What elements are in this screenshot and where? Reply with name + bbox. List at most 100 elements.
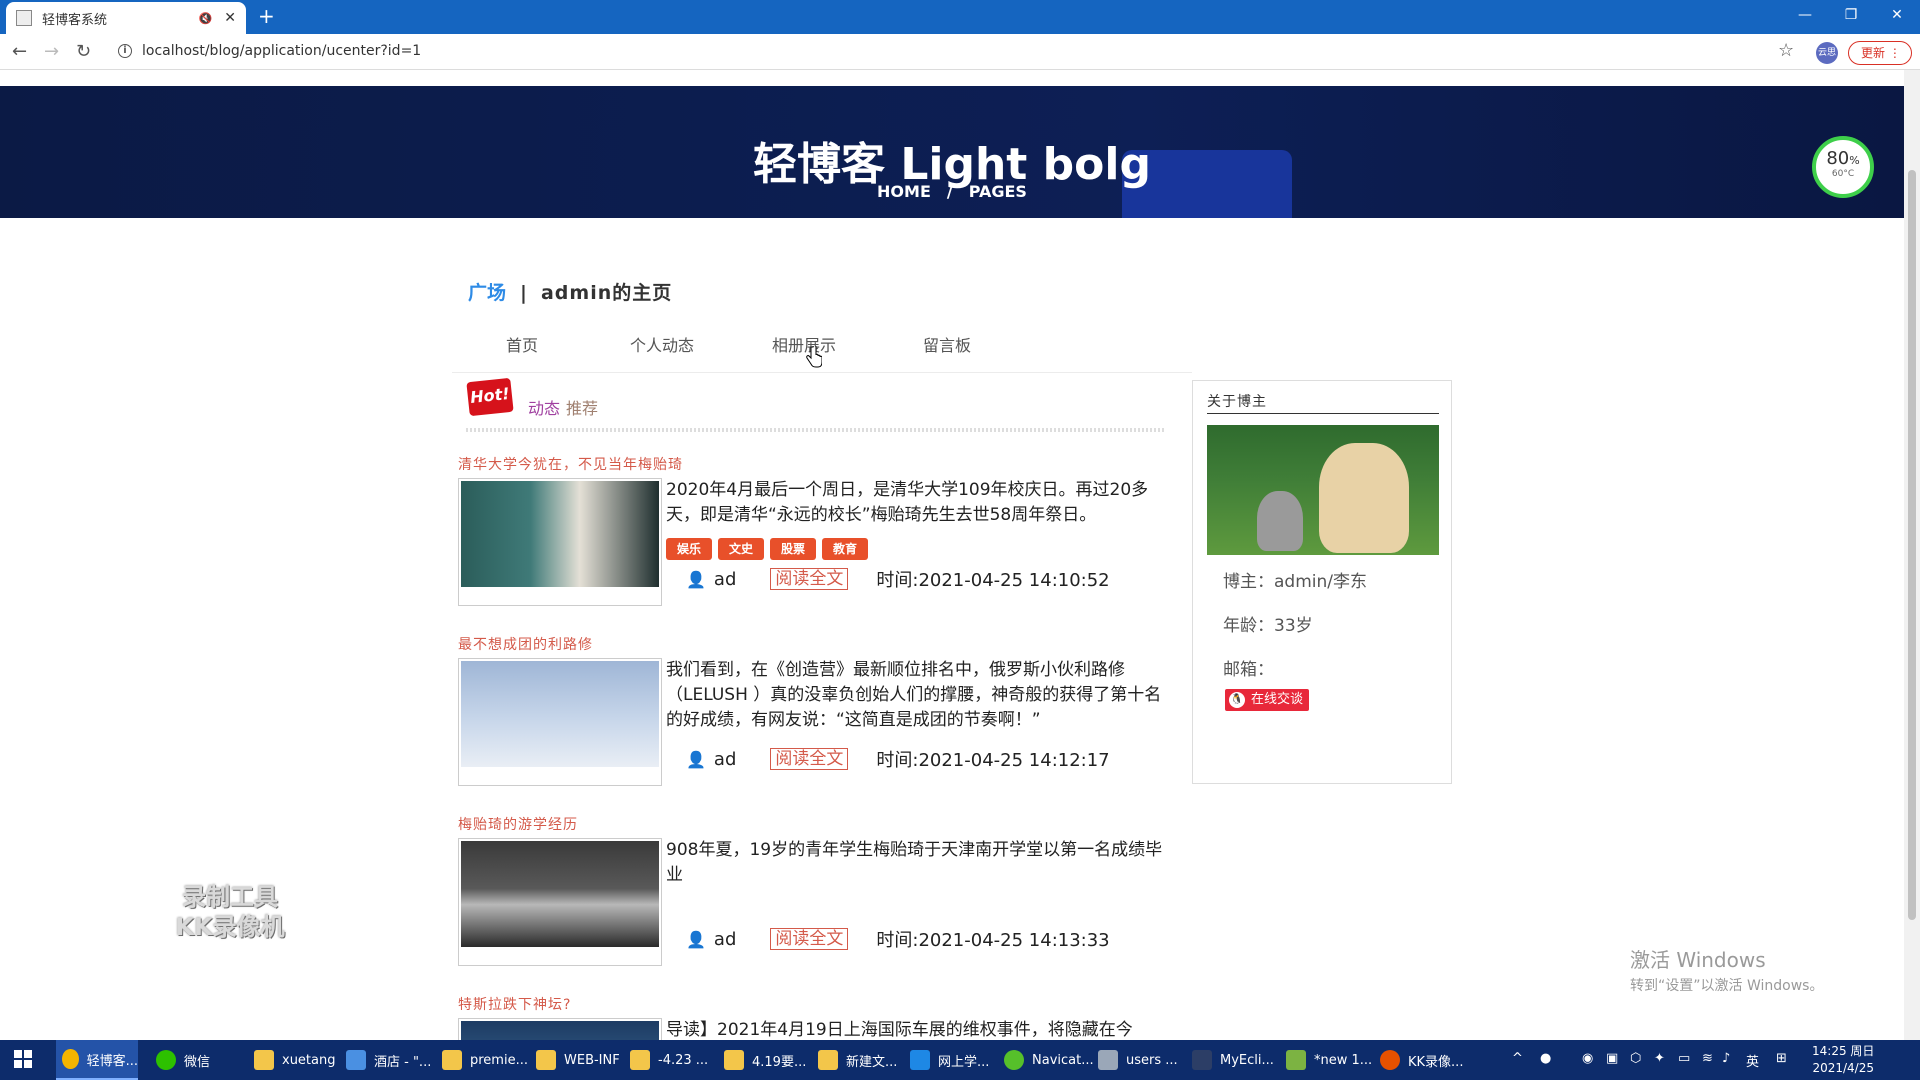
close-tab-icon[interactable]: ✕ bbox=[224, 10, 236, 26]
square-link[interactable]: 广场 bbox=[468, 282, 506, 304]
tray-app-icon[interactable]: ● bbox=[1540, 1051, 1551, 1066]
about-panel: 关于博主 博主：admin/李东 年龄：33岁 邮箱： 🐧 在线交谈 bbox=[1192, 380, 1452, 784]
chrome-icon bbox=[62, 1049, 79, 1069]
post-excerpt: 导读】2021年4月19日上海国际车展的维权事件，将隐藏在今 bbox=[666, 1020, 1133, 1040]
tray-volume-icon[interactable]: ♪ bbox=[1722, 1051, 1730, 1066]
table-icon bbox=[1098, 1050, 1118, 1070]
tray-network-share-icon[interactable]: ⬡ bbox=[1630, 1051, 1641, 1066]
forward-button[interactable]: → bbox=[44, 41, 59, 62]
browser-tabbar: 轻博客系统 🔇 ✕ + — ❐ ✕ bbox=[0, 0, 1920, 34]
taskbar-wechat[interactable]: 微信 bbox=[150, 1040, 210, 1080]
tray-security-icon[interactable]: ◉ bbox=[1582, 1051, 1593, 1066]
taskbar-label: 轻博客... bbox=[86, 1053, 138, 1069]
windows-start-icon[interactable] bbox=[14, 1050, 32, 1068]
nav-divider bbox=[452, 372, 1192, 373]
minimize-button[interactable]: — bbox=[1782, 0, 1828, 30]
bookmark-star-icon[interactable]: ☆ bbox=[1778, 40, 1794, 61]
post-title[interactable]: 清华大学今犹在，不见当年梅贻琦 bbox=[458, 454, 683, 474]
blogger-age: 年龄：33岁 bbox=[1223, 616, 1313, 636]
post-author: ad bbox=[713, 748, 737, 770]
taskbar-folder[interactable]: 4.19要... bbox=[718, 1040, 806, 1080]
performance-monitor-widget[interactable]: 80% 60°C bbox=[1812, 136, 1874, 198]
post-item: 清华大学今犹在，不见当年梅贻琦 2020年4月最后一个周日，是清华大学109年校… bbox=[456, 454, 1168, 624]
taskbar-navicat[interactable]: Navicat... bbox=[998, 1040, 1094, 1080]
nav-album[interactable]: 相册展示 bbox=[772, 332, 836, 356]
tag-badge[interactable]: 娱乐 bbox=[666, 538, 712, 560]
taskbar-label: xuetang bbox=[282, 1052, 336, 1068]
back-button[interactable]: ← bbox=[12, 41, 27, 62]
post-time: 时间:2021-04-25 14:12:17 bbox=[876, 750, 1110, 771]
post-item: 最不想成团的利路修 我们看到，在《创造营》最新顺位排名中，俄罗斯小伙利路修（LE… bbox=[456, 634, 1168, 804]
post-thumbnail[interactable] bbox=[458, 478, 662, 606]
taskbar-label: premie... bbox=[470, 1052, 528, 1068]
tray-keyboard-icon[interactable]: ⊞ bbox=[1776, 1051, 1787, 1066]
watermark-line-1: 录制工具 bbox=[182, 883, 278, 911]
read-more-link[interactable]: 阅读全文 bbox=[770, 748, 849, 770]
activate-subtitle: 转到“设置”以激活 Windows。 bbox=[1630, 978, 1824, 994]
tray-chevron-icon[interactable]: ^ bbox=[1512, 1051, 1523, 1066]
chat-label: 在线交谈 bbox=[1251, 692, 1304, 707]
taskbar-notepad[interactable]: *new 1... bbox=[1280, 1040, 1372, 1080]
taskbar-folder[interactable]: -4.23 ... bbox=[624, 1040, 708, 1080]
post-thumbnail[interactable] bbox=[458, 838, 662, 966]
reload-button[interactable]: ↻ bbox=[76, 41, 91, 62]
tray-battery-icon[interactable]: ▭ bbox=[1678, 1051, 1690, 1066]
page-scrollbar[interactable] bbox=[1904, 70, 1920, 1040]
crumb-pages-link[interactable]: PAGES bbox=[969, 182, 1027, 201]
mute-icon[interactable]: 🔇 bbox=[199, 12, 213, 25]
taskbar-doc[interactable]: 酒店 - "... bbox=[340, 1040, 431, 1080]
taskbar-kk-recorder[interactable]: KK录像... bbox=[1374, 1040, 1463, 1080]
tag-badge[interactable]: 文史 bbox=[718, 538, 764, 560]
online-chat-button[interactable]: 🐧 在线交谈 bbox=[1225, 689, 1310, 711]
update-button[interactable]: 更新 ⋮ bbox=[1848, 41, 1912, 65]
taskbar-table[interactable]: users ... bbox=[1092, 1040, 1178, 1080]
post-title[interactable]: 最不想成团的利路修 bbox=[458, 634, 593, 654]
url-field[interactable]: localhost/blog/application/ucenter?id=1 bbox=[142, 43, 421, 59]
post-thumbnail[interactable] bbox=[458, 658, 662, 786]
taskbar-browser[interactable]: 网上学... bbox=[904, 1040, 989, 1080]
taskbar-folder[interactable]: premie... bbox=[436, 1040, 528, 1080]
puppy-shape bbox=[1319, 443, 1409, 553]
taskbar-folder[interactable]: 新建文... bbox=[812, 1040, 897, 1080]
tag-badge[interactable]: 教育 bbox=[822, 538, 868, 560]
restore-button[interactable]: ❐ bbox=[1828, 0, 1874, 30]
browser-tab[interactable]: 轻博客系统 🔇 ✕ bbox=[6, 2, 246, 34]
tray-wifi-icon[interactable]: ≋ bbox=[1702, 1051, 1713, 1066]
taskbar-folder[interactable]: WEB-INF bbox=[530, 1040, 620, 1080]
read-more-link[interactable]: 阅读全文 bbox=[770, 568, 849, 590]
cpu-percent: 80% bbox=[1816, 148, 1870, 169]
profile-avatar[interactable]: 云思 bbox=[1816, 42, 1838, 64]
taskbar-myeclipse[interactable]: MyEcli... bbox=[1186, 1040, 1274, 1080]
windows-taskbar: 轻博客... 微信 xuetang 酒店 - "... premie... WE… bbox=[0, 1040, 1920, 1080]
nav-home[interactable]: 首页 bbox=[506, 332, 538, 356]
close-window-button[interactable]: ✕ bbox=[1874, 0, 1920, 30]
read-more-link[interactable]: 阅读全文 bbox=[770, 928, 849, 950]
recommend-heading: 动态 推荐 bbox=[528, 395, 598, 419]
post-thumbnail[interactable] bbox=[458, 1018, 662, 1040]
nav-guestbook[interactable]: 留言板 bbox=[923, 332, 971, 356]
new-tab-button[interactable]: + bbox=[258, 6, 275, 26]
scrollbar-thumb[interactable] bbox=[1908, 170, 1916, 920]
folder-icon bbox=[818, 1050, 838, 1070]
tag-badge[interactable]: 股票 bbox=[770, 538, 816, 560]
tray-wechat-icon[interactable]: ✦ bbox=[1654, 1051, 1665, 1066]
hero-banner: 轻博客 Light bolg HOME / PAGES bbox=[0, 86, 1904, 218]
tray-ime-indicator[interactable]: 英 bbox=[1746, 1051, 1759, 1070]
post-title[interactable]: 梅贻琦的游学经历 bbox=[458, 814, 578, 834]
watermark-line-2: KK录像机 bbox=[175, 913, 285, 941]
navicat-icon bbox=[1004, 1050, 1024, 1070]
activate-title: 激活 Windows bbox=[1630, 948, 1766, 972]
nav-activity[interactable]: 个人动态 bbox=[630, 332, 694, 356]
wechat-icon bbox=[156, 1050, 176, 1070]
crumb-home-link[interactable]: HOME bbox=[877, 182, 931, 201]
post-title[interactable]: 特斯拉跌下神坛? bbox=[458, 994, 571, 1014]
update-label: 更新 bbox=[1861, 46, 1886, 60]
taskbar-folder[interactable]: xuetang bbox=[248, 1040, 336, 1080]
taskbar-clock[interactable]: 14:25 周日 2021/4/25 bbox=[1812, 1043, 1874, 1077]
tray-display-icon[interactable]: ▣ bbox=[1606, 1051, 1618, 1066]
site-info-icon[interactable]: i bbox=[118, 44, 132, 58]
post-image bbox=[461, 841, 659, 947]
taskbar-label: -4.23 ... bbox=[658, 1052, 709, 1068]
about-photo bbox=[1207, 425, 1439, 555]
taskbar-chrome[interactable]: 轻博客... bbox=[56, 1040, 138, 1080]
